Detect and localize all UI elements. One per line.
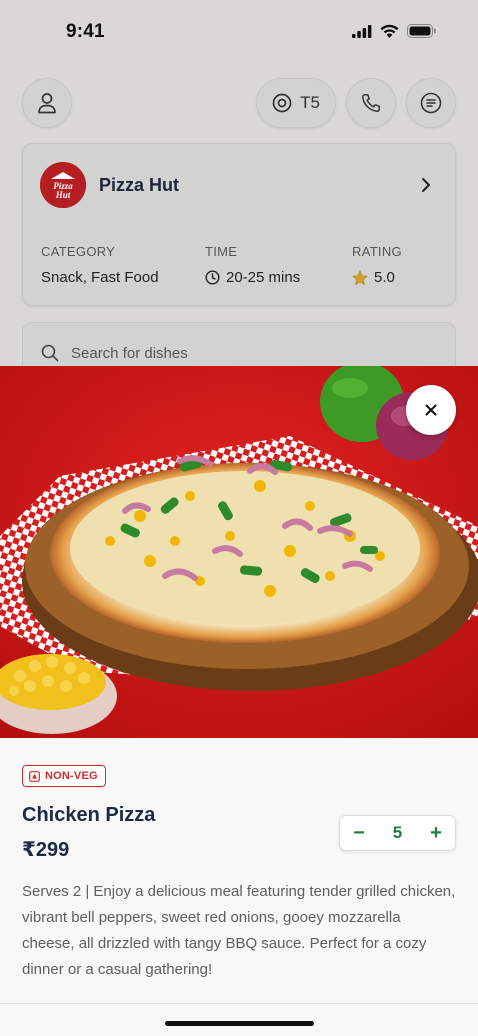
- rating-text: 5.0: [374, 269, 395, 286]
- close-icon: [425, 404, 437, 416]
- search-icon: [41, 344, 59, 362]
- close-button[interactable]: [406, 385, 456, 435]
- time-value: 20-25 mins: [205, 269, 300, 286]
- table-button[interactable]: T5: [256, 78, 336, 128]
- star-icon: [352, 270, 368, 285]
- status-bar: 9:41: [0, 0, 478, 66]
- restaurant-logo: Pizza Hut: [40, 162, 86, 208]
- call-button[interactable]: [346, 78, 396, 128]
- quantity-value: 5: [392, 823, 403, 842]
- profile-button[interactable]: [22, 78, 72, 128]
- time-label: TIME: [205, 244, 238, 259]
- svg-text:Hut: Hut: [55, 190, 71, 200]
- non-veg-badge: NON-VEG: [22, 765, 106, 787]
- signal-icon: [352, 24, 372, 38]
- status-time: 9:41: [66, 21, 105, 42]
- rating-label: RATING: [352, 244, 402, 259]
- dish-description: Serves 2 | Enjoy a delicious meal featur…: [22, 883, 456, 978]
- table-label: T5: [300, 93, 320, 112]
- category-value: Snack, Fast Food: [41, 269, 159, 286]
- increase-button[interactable]: +: [429, 822, 443, 845]
- wifi-icon: [380, 24, 399, 38]
- phone-icon: [362, 94, 380, 112]
- badge-label: NON-VEG: [45, 770, 98, 782]
- quantity-stepper[interactable]: − 5 +: [339, 815, 456, 851]
- divider: [0, 1003, 478, 1004]
- dish-name: Chicken Pizza: [22, 804, 156, 826]
- decrease-button[interactable]: −: [352, 822, 366, 845]
- dish-price: ₹299: [22, 839, 70, 861]
- restaurant-card[interactable]: Pizza Hut Pizza Hut CATEGORY Snack, Fast…: [22, 143, 456, 306]
- rating-value: 5.0: [352, 269, 395, 286]
- search-input[interactable]: Search for dishes: [71, 345, 188, 362]
- dish-image: [0, 366, 478, 738]
- battery-icon: [407, 24, 436, 38]
- restaurant-name: Pizza Hut: [99, 175, 180, 195]
- user-icon: [38, 93, 56, 114]
- time-text: 20-25 mins: [226, 269, 301, 286]
- chevron-right-icon[interactable]: [421, 177, 431, 193]
- dish-detail-sheet: NON-VEG Chicken Pizza ₹299 − 5 + Serves …: [0, 366, 478, 1036]
- menu-list-icon: [420, 92, 442, 114]
- category-text: Snack, Fast Food: [41, 269, 159, 286]
- category-label: CATEGORY: [41, 244, 116, 259]
- home-indicator: [165, 1021, 314, 1026]
- status-icons: [352, 24, 436, 38]
- table-icon: [272, 93, 292, 113]
- clock-icon: [205, 270, 220, 285]
- menu-button[interactable]: [406, 78, 456, 128]
- non-veg-icon: [29, 770, 40, 782]
